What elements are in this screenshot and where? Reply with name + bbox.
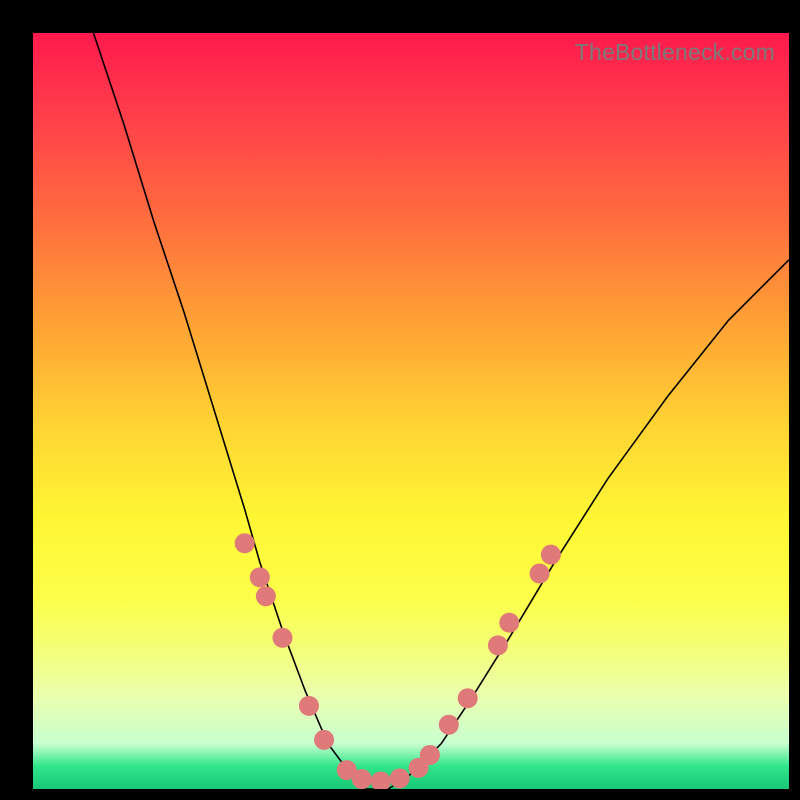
bottleneck-curve <box>93 33 789 789</box>
chart-plot-area: TheBottleneck.com <box>33 33 789 789</box>
data-marker <box>488 635 508 655</box>
data-marker <box>235 533 255 553</box>
data-marker <box>371 771 391 789</box>
data-marker <box>420 745 440 765</box>
data-marker <box>256 586 276 606</box>
marker-layer <box>235 533 561 789</box>
chart-svg <box>33 33 789 789</box>
data-marker <box>250 567 270 587</box>
data-marker <box>530 564 550 584</box>
curve-layer <box>93 33 789 789</box>
data-marker <box>458 688 478 708</box>
data-marker <box>299 696 319 716</box>
data-marker <box>390 768 410 788</box>
data-marker <box>314 730 334 750</box>
data-marker <box>439 715 459 735</box>
data-marker <box>541 545 561 565</box>
chart-frame: TheBottleneck.com <box>0 0 800 800</box>
data-marker <box>499 613 519 633</box>
data-marker <box>352 769 372 789</box>
data-marker <box>272 628 292 648</box>
